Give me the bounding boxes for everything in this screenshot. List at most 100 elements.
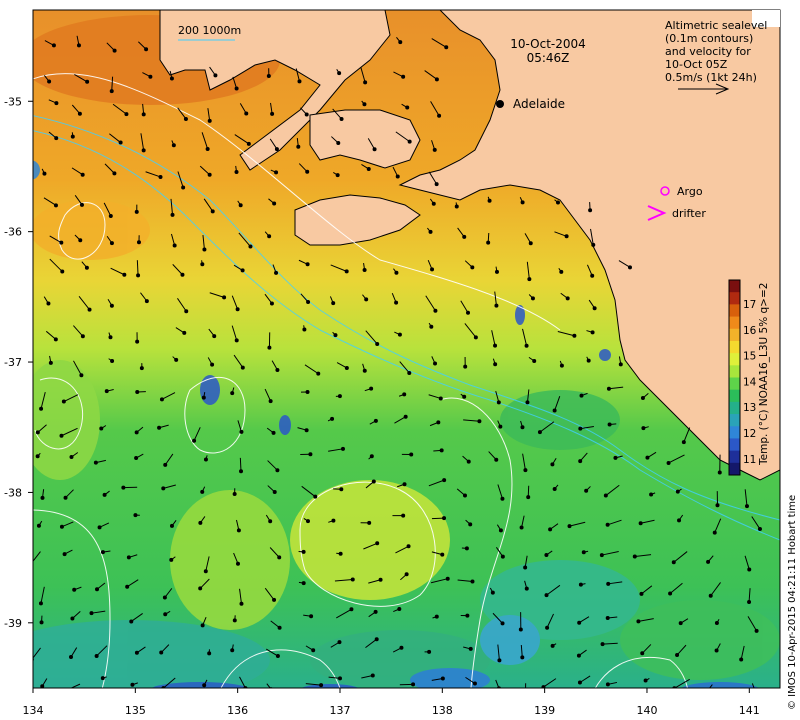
velocity-arrow-head — [274, 147, 279, 152]
velocity-arrow-head — [230, 648, 235, 653]
velocity-arrow-head — [524, 586, 529, 591]
velocity-arrow-head — [675, 489, 680, 494]
velocity-arrow-head — [606, 581, 611, 586]
colorbar-title: Temp. (°C) NOAA16_L3U 5% q>=2 — [758, 283, 770, 466]
velocity-arrow-head — [525, 400, 530, 405]
velocity-arrow-head — [519, 525, 524, 530]
velocity-arrow-head — [33, 562, 34, 565]
velocity-arrow-head — [375, 341, 380, 346]
velocity-arrow-head — [200, 489, 205, 494]
velocity-arrow-head — [135, 389, 140, 394]
velocity-arrow-head — [433, 308, 438, 313]
y-axis: -35 -36 -37 -38 -39 — [4, 95, 33, 630]
velocity-arrow-head — [210, 209, 215, 214]
velocity-arrow-head — [304, 428, 309, 433]
colorbar-swatch — [729, 450, 740, 464]
velocity-arrow-head — [248, 244, 253, 249]
velocity-arrow-head — [523, 565, 528, 570]
velocity-arrow-head — [159, 397, 164, 402]
velocity-arrow-head — [35, 430, 40, 435]
colorbar-swatch — [729, 316, 740, 330]
velocity-arrow-head — [703, 693, 706, 696]
velocity-arrow-head — [427, 649, 432, 654]
velocity-arrow-head — [125, 584, 130, 589]
velocity-arrow-head — [70, 134, 75, 139]
velocity-arrow-head — [677, 518, 682, 523]
velocity-arrow — [239, 457, 242, 472]
velocity-arrow-head — [532, 358, 537, 363]
velocity-arrow-head — [230, 391, 235, 396]
colorbar-tick-label: 11 — [743, 454, 756, 466]
velocity-arrow-head — [309, 614, 314, 619]
velocity-arrow-head — [163, 612, 168, 617]
velocity-arrow-head — [336, 141, 341, 146]
velocity-arrow-head — [640, 395, 645, 400]
velocity-arrow-head — [439, 448, 444, 453]
velocity-arrow-head — [592, 306, 597, 311]
map-plot-area — [33, 10, 780, 696]
velocity-arrow-head — [124, 112, 129, 117]
velocity-arrow-head — [500, 621, 505, 626]
velocity-arrow-head — [62, 552, 67, 557]
velocity-arrow-head — [708, 593, 713, 598]
velocity-arrow-head — [100, 550, 105, 555]
city-label: Adelaide — [513, 97, 565, 111]
velocity-arrow-head — [462, 234, 467, 239]
velocity-arrow-head — [496, 400, 501, 405]
velocity-arrow-head — [69, 655, 74, 660]
velocity-arrow-head — [141, 148, 146, 153]
velocity-arrow-head — [129, 619, 134, 624]
velocity-arrow-head — [135, 339, 140, 344]
altimetry-note-line: (0.1m contours) — [665, 32, 753, 45]
credit-text: © IMOS 10-Apr-2015 04:21:11 Hobart time — [787, 495, 798, 710]
velocity-arrow-head — [308, 452, 313, 457]
velocity-arrow-head — [202, 683, 207, 688]
velocity-arrow-head — [430, 267, 435, 272]
y-tick-label: -37 — [4, 356, 22, 369]
velocity-arrow-head — [552, 486, 557, 491]
velocity-arrow-head — [600, 642, 605, 647]
velocity-arrow-head — [717, 470, 722, 475]
velocity-arrow-head — [588, 208, 593, 213]
sst-map: 134 135 136 137 138 139 140 141 -35 -36 -37 -38 -39… — [4, 9, 798, 717]
velocity-arrow-head — [567, 524, 572, 529]
velocity-arrow-head — [200, 262, 205, 267]
adelaide-marker — [496, 100, 504, 108]
velocity-arrow-head — [266, 73, 271, 78]
velocity-arrow-head — [411, 682, 416, 687]
velocity-arrow-head — [371, 479, 376, 484]
velocity-arrow-head — [757, 527, 762, 532]
colorbar-tick-label: 13 — [743, 402, 756, 414]
velocity-arrow-head — [65, 689, 68, 692]
velocity-arrow-head — [239, 469, 244, 474]
velocity-arrow-head — [305, 262, 310, 267]
velocity-arrow-head — [645, 455, 650, 460]
velocity-arrow-head — [192, 438, 197, 443]
velocity-arrow-head — [565, 296, 570, 301]
velocity-arrow-head — [89, 611, 94, 616]
velocity-arrow-head — [183, 116, 188, 121]
velocity-arrow-head — [202, 247, 207, 252]
altimetry-note-line: Altimetric sealevel — [665, 19, 767, 32]
velocity-arrow-head — [104, 389, 109, 394]
velocity-arrow-head — [79, 373, 84, 378]
velocity-arrow-head — [367, 520, 372, 525]
velocity-arrow-head — [526, 495, 531, 500]
velocity-arrow-head — [72, 587, 77, 592]
velocity-arrow-head — [712, 530, 717, 535]
velocity-arrow-head — [80, 334, 85, 339]
velocity-arrow-head — [335, 173, 340, 178]
velocity-arrow-head — [121, 485, 126, 490]
velocity-arrow-head — [174, 357, 179, 362]
velocity-arrow-head — [407, 370, 412, 375]
altimetry-note-line: 0.5m/s (1kt 24h) — [665, 71, 757, 84]
velocity-arrow-head — [305, 389, 310, 394]
x-tick-label: 141 — [739, 704, 760, 717]
velocity-arrow-head — [493, 343, 498, 348]
velocity-arrow-head — [337, 394, 342, 399]
velocity-arrow-head — [524, 689, 527, 692]
velocity-arrow-head — [550, 643, 555, 648]
velocity-arrow-head — [477, 419, 482, 424]
velocity-arrow-head — [463, 364, 468, 369]
velocity-arrow-head — [59, 240, 64, 245]
